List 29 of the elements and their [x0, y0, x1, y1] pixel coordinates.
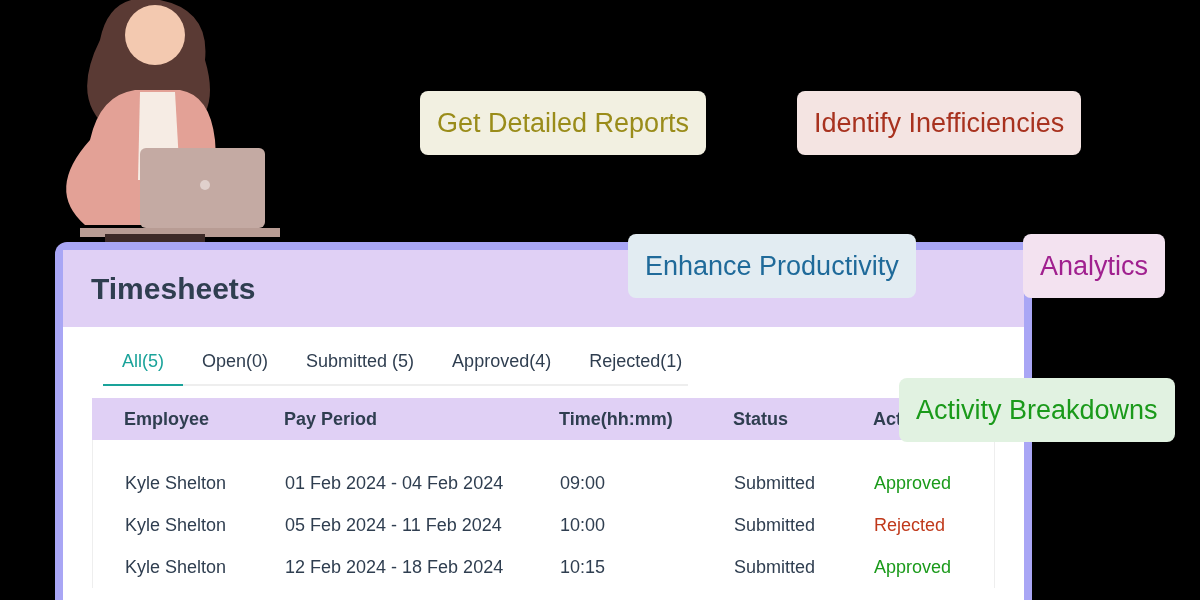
callout-tag: Activity Breakdowns [899, 378, 1175, 442]
panel-title: Timesheets [91, 271, 256, 307]
table-cell-text: 10:15 [560, 555, 607, 579]
table-cell-text: Kyle Shelton [125, 555, 228, 579]
filter-tab[interactable]: Submitted (5) [287, 343, 434, 386]
callout-tag: Analytics [1023, 234, 1166, 298]
table-cell-text: Kyle Shelton [125, 513, 228, 537]
callout-tag: Get Detailed Reports [420, 91, 707, 155]
action-status: Rejected [874, 513, 947, 537]
action-status: Approved [874, 555, 953, 579]
callout-tag: Enhance Productivity [628, 234, 916, 298]
filter-tab[interactable]: Open(0) [183, 343, 288, 386]
table-cell-text: Submitted [734, 555, 817, 579]
table-cell-text: 09:00 [560, 471, 607, 495]
action-status: Approved [874, 471, 953, 495]
column-header: Status [733, 407, 789, 431]
table-cell-text: Submitted [734, 513, 817, 537]
table-cell-text: 01 Feb 2024 - 04 Feb 2024 [285, 471, 505, 495]
table-cell-text: 12 Feb 2024 - 18 Feb 2024 [285, 555, 505, 579]
table-cell-text: 05 Feb 2024 - 11 Feb 2024 [285, 513, 503, 537]
filter-tab[interactable]: Approved(4) [433, 343, 571, 386]
filter-tab[interactable]: Rejected(1) [570, 343, 702, 386]
table-cell-text: 10:00 [560, 513, 607, 537]
column-header: Pay Period [284, 407, 379, 431]
table-cell-text: Kyle Shelton [125, 471, 228, 495]
table-cell-text: Submitted [734, 471, 817, 495]
column-header: Time(hh:mm) [559, 407, 674, 431]
callout-tag: Identify Inefficiencies [797, 91, 1082, 155]
column-header: Employee [124, 407, 211, 431]
